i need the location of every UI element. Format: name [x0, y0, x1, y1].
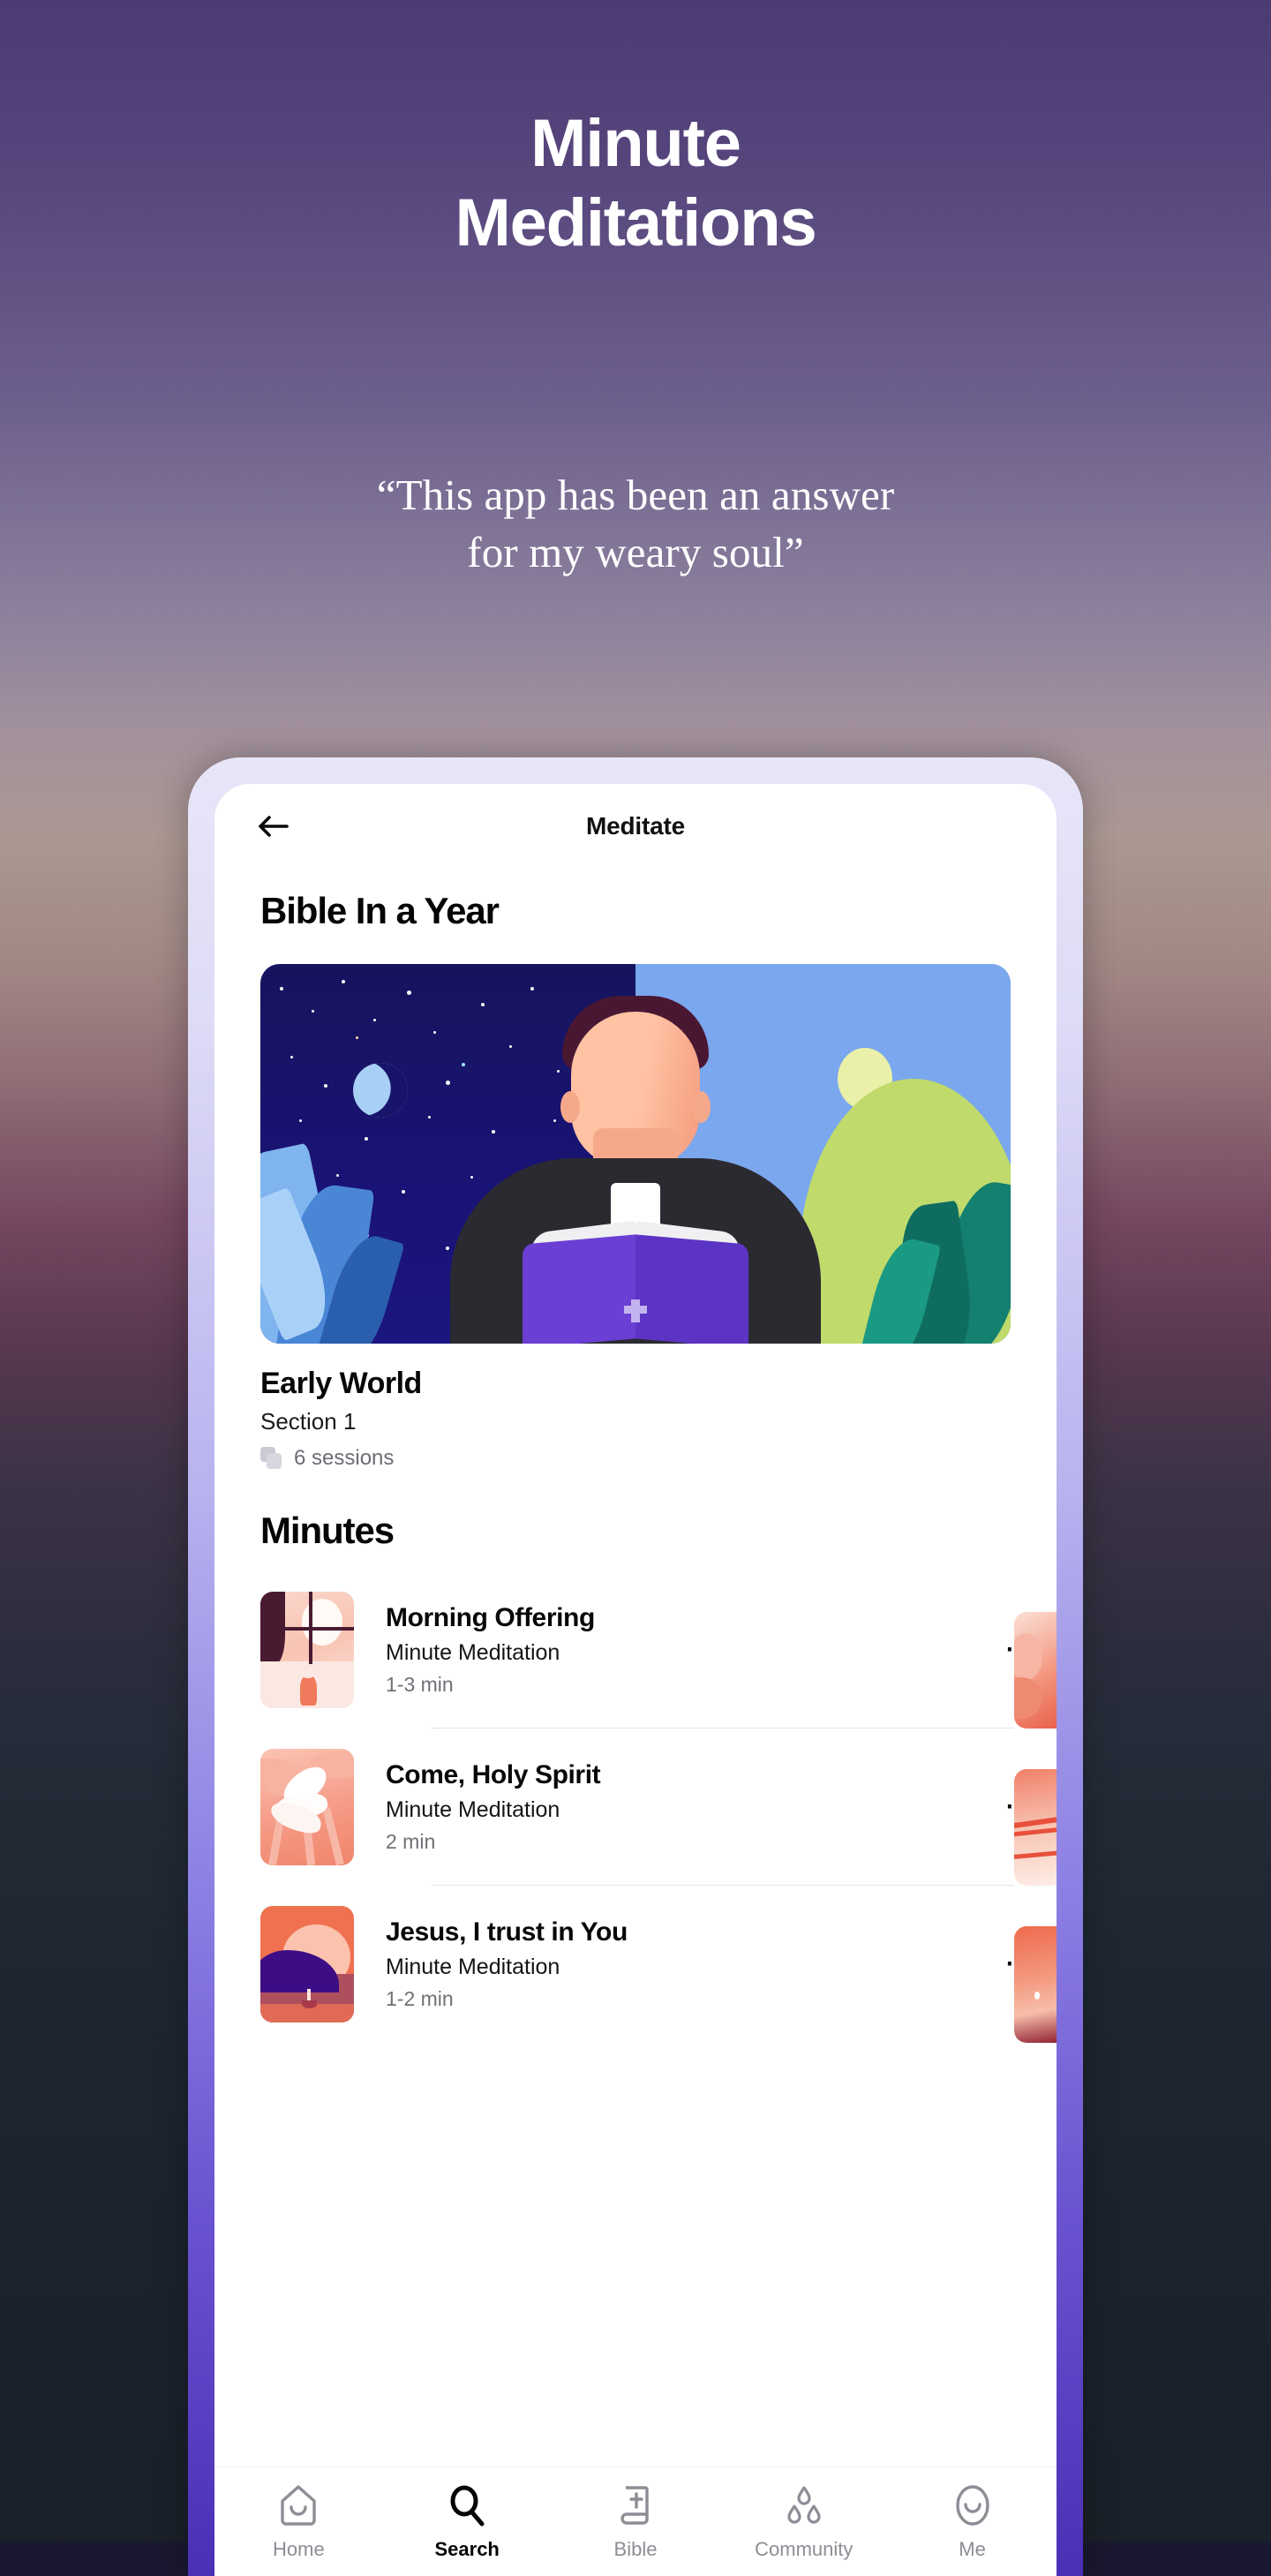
list-item-text: Come, Holy Spirit Minute Meditation 2 mi… [354, 1760, 995, 1854]
list-item-title: Jesus, I trust in You [386, 1917, 628, 1947]
figure-ear [560, 1091, 580, 1123]
nav-tab-label: Community [755, 2538, 854, 2560]
hero-sessions-row: 6 sessions [260, 1446, 1011, 1471]
list-item[interactable]: Come, Holy Spirit Minute Meditation 2 mi… [260, 1729, 1057, 1886]
back-button[interactable] [250, 803, 296, 849]
minutes-list: Morning Offering Minute Meditation 1-3 m… [214, 1571, 1057, 2043]
nav-tab-home[interactable]: Home [237, 2482, 360, 2561]
list-item[interactable]: Morning Offering Minute Meditation 1-3 m… [260, 1571, 1057, 1729]
open-bible [523, 1220, 748, 1344]
promo-headline: Minute Meditations [0, 104, 1271, 264]
list-item-text: Morning Offering Minute Meditation 1-3 m… [354, 1603, 995, 1697]
home-shield-smile-icon [278, 2482, 319, 2529]
arrow-left-icon [259, 816, 289, 837]
phone-screen: Meditate Bible In a Year Early World Sec… [214, 784, 1057, 2576]
promo-quote: “This app has been an answer for my wear… [376, 471, 895, 577]
hero-sessions-count: 6 sessions [294, 1446, 395, 1470]
cross-icon [624, 1299, 647, 1322]
hero-section-label: Section 1 [260, 1408, 357, 1435]
peek-thumbnail [1014, 1769, 1057, 1886]
hero-meta: Early World Section 1 6 sessions [214, 1344, 1057, 1471]
hero-illustration [260, 964, 1011, 1344]
bottom-navigation-bar: Home Search Bible Community Me [214, 2467, 1057, 2576]
list-item-thumbnail [260, 1592, 354, 1708]
nav-tab-label: Home [273, 2538, 325, 2560]
list-item-duration: 1-2 min [386, 1987, 454, 2010]
peek-thumbnail [1014, 1926, 1057, 2043]
hero-card[interactable] [214, 964, 1057, 1344]
list-item-text: Jesus, I trust in You Minute Meditation … [354, 1917, 995, 2011]
headline-line-2: Meditations [455, 185, 816, 261]
figure-ear [691, 1091, 711, 1123]
section-heading-minutes: Minutes [260, 1510, 395, 1551]
nav-tab-bible[interactable]: Bible [574, 2482, 697, 2561]
list-item-thumbnail [260, 1906, 354, 2022]
list-item-title: Morning Offering [386, 1603, 595, 1632]
nav-tab-search[interactable]: Search [405, 2482, 529, 2561]
stacked-cards-icon [260, 1447, 283, 1470]
list-item-subtitle: Minute Meditation [386, 1797, 560, 1822]
list-item-title: Come, Holy Spirit [386, 1760, 601, 1789]
list-item-subtitle: Minute Meditation [386, 1955, 560, 1979]
list-item-subtitle: Minute Meditation [386, 1640, 560, 1665]
nav-tab-label: Me [959, 2538, 986, 2560]
adjacent-list-column-peek [1014, 1571, 1057, 2043]
book-cross-icon [615, 2482, 656, 2529]
person-smile-oval-icon [952, 2482, 993, 2529]
nav-tab-community[interactable]: Community [742, 2482, 866, 2561]
magnifier-icon [447, 2482, 487, 2529]
people-group-icon [784, 2482, 824, 2529]
section-heading-bible-in-a-year: Bible In a Year [260, 890, 500, 931]
page-title: Meditate [586, 812, 685, 840]
list-item-thumbnail [260, 1749, 354, 1865]
phone-mockup-frame: Meditate Bible In a Year Early World Sec… [188, 757, 1083, 2576]
nav-tab-label: Bible [613, 2538, 658, 2560]
nav-tab-label: Search [434, 2538, 500, 2560]
peek-thumbnail [1014, 1612, 1057, 1729]
headline-line-1: Minute [530, 106, 741, 181]
app-header: Meditate [214, 784, 1057, 869]
hero-title: Early World [260, 1367, 422, 1400]
nav-tab-me[interactable]: Me [911, 2482, 1034, 2561]
list-item-duration: 1-3 min [386, 1673, 454, 1696]
list-item-duration: 2 min [386, 1830, 436, 1853]
list-item[interactable]: Jesus, I trust in You Minute Meditation … [260, 1886, 1057, 2043]
